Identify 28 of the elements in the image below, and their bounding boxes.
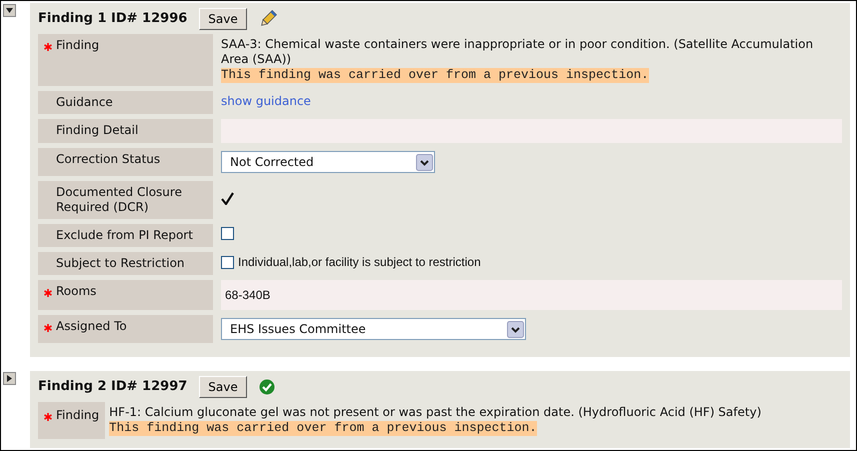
carryover-notice: This finding was carried over from a previous inspection. xyxy=(109,421,537,436)
dropdown[interactable]: EHS Issues Committee xyxy=(221,318,526,340)
pencil-icon[interactable] xyxy=(258,10,277,28)
expand-toggle[interactable] xyxy=(3,372,16,385)
finding-text: SAA-3: Chemical waste containers were inappropriate or in poor condition. (Satellite Accumulation Area (SAA)) xyxy=(221,37,814,67)
collapse-toggle[interactable] xyxy=(3,4,16,17)
text-area[interactable]: 68-340B xyxy=(221,280,842,310)
field-label: Documented Closure Required (DCR) xyxy=(56,185,183,215)
guidance-link[interactable]: show guidance xyxy=(221,94,311,108)
field-label: Subject to Restriction xyxy=(56,256,185,271)
field-label: Finding xyxy=(56,38,100,53)
field-label: Guidance xyxy=(56,95,113,110)
checkbox[interactable] xyxy=(221,256,234,269)
checkbox-label: Individual,lab,or facility is subject to restriction xyxy=(238,255,481,270)
checkbox[interactable] xyxy=(221,227,234,240)
save-button[interactable]: Save xyxy=(199,8,247,30)
field-label: Exclude from PI Report xyxy=(56,228,193,243)
field-label: Finding xyxy=(56,408,100,423)
field-label: Rooms xyxy=(56,284,96,299)
finding-title: Finding 2 ID# 12997 xyxy=(38,378,188,396)
dropdown[interactable]: Not Corrected xyxy=(221,151,435,173)
field-label: Correction Status xyxy=(56,152,160,167)
field-label: Assigned To xyxy=(56,319,127,334)
save-button[interactable]: Save xyxy=(199,376,247,398)
finding-title: Finding 1 ID# 12996 xyxy=(38,10,188,28)
finding-text: HF-1: Calcium gluconate gel was not present or was past the expiration date. (Hydrofluoric Acid (HF) Safety) xyxy=(109,405,762,420)
field-label: Finding Detail xyxy=(56,123,138,138)
carryover-notice: This finding was carried over from a previous inspection. xyxy=(221,68,649,83)
